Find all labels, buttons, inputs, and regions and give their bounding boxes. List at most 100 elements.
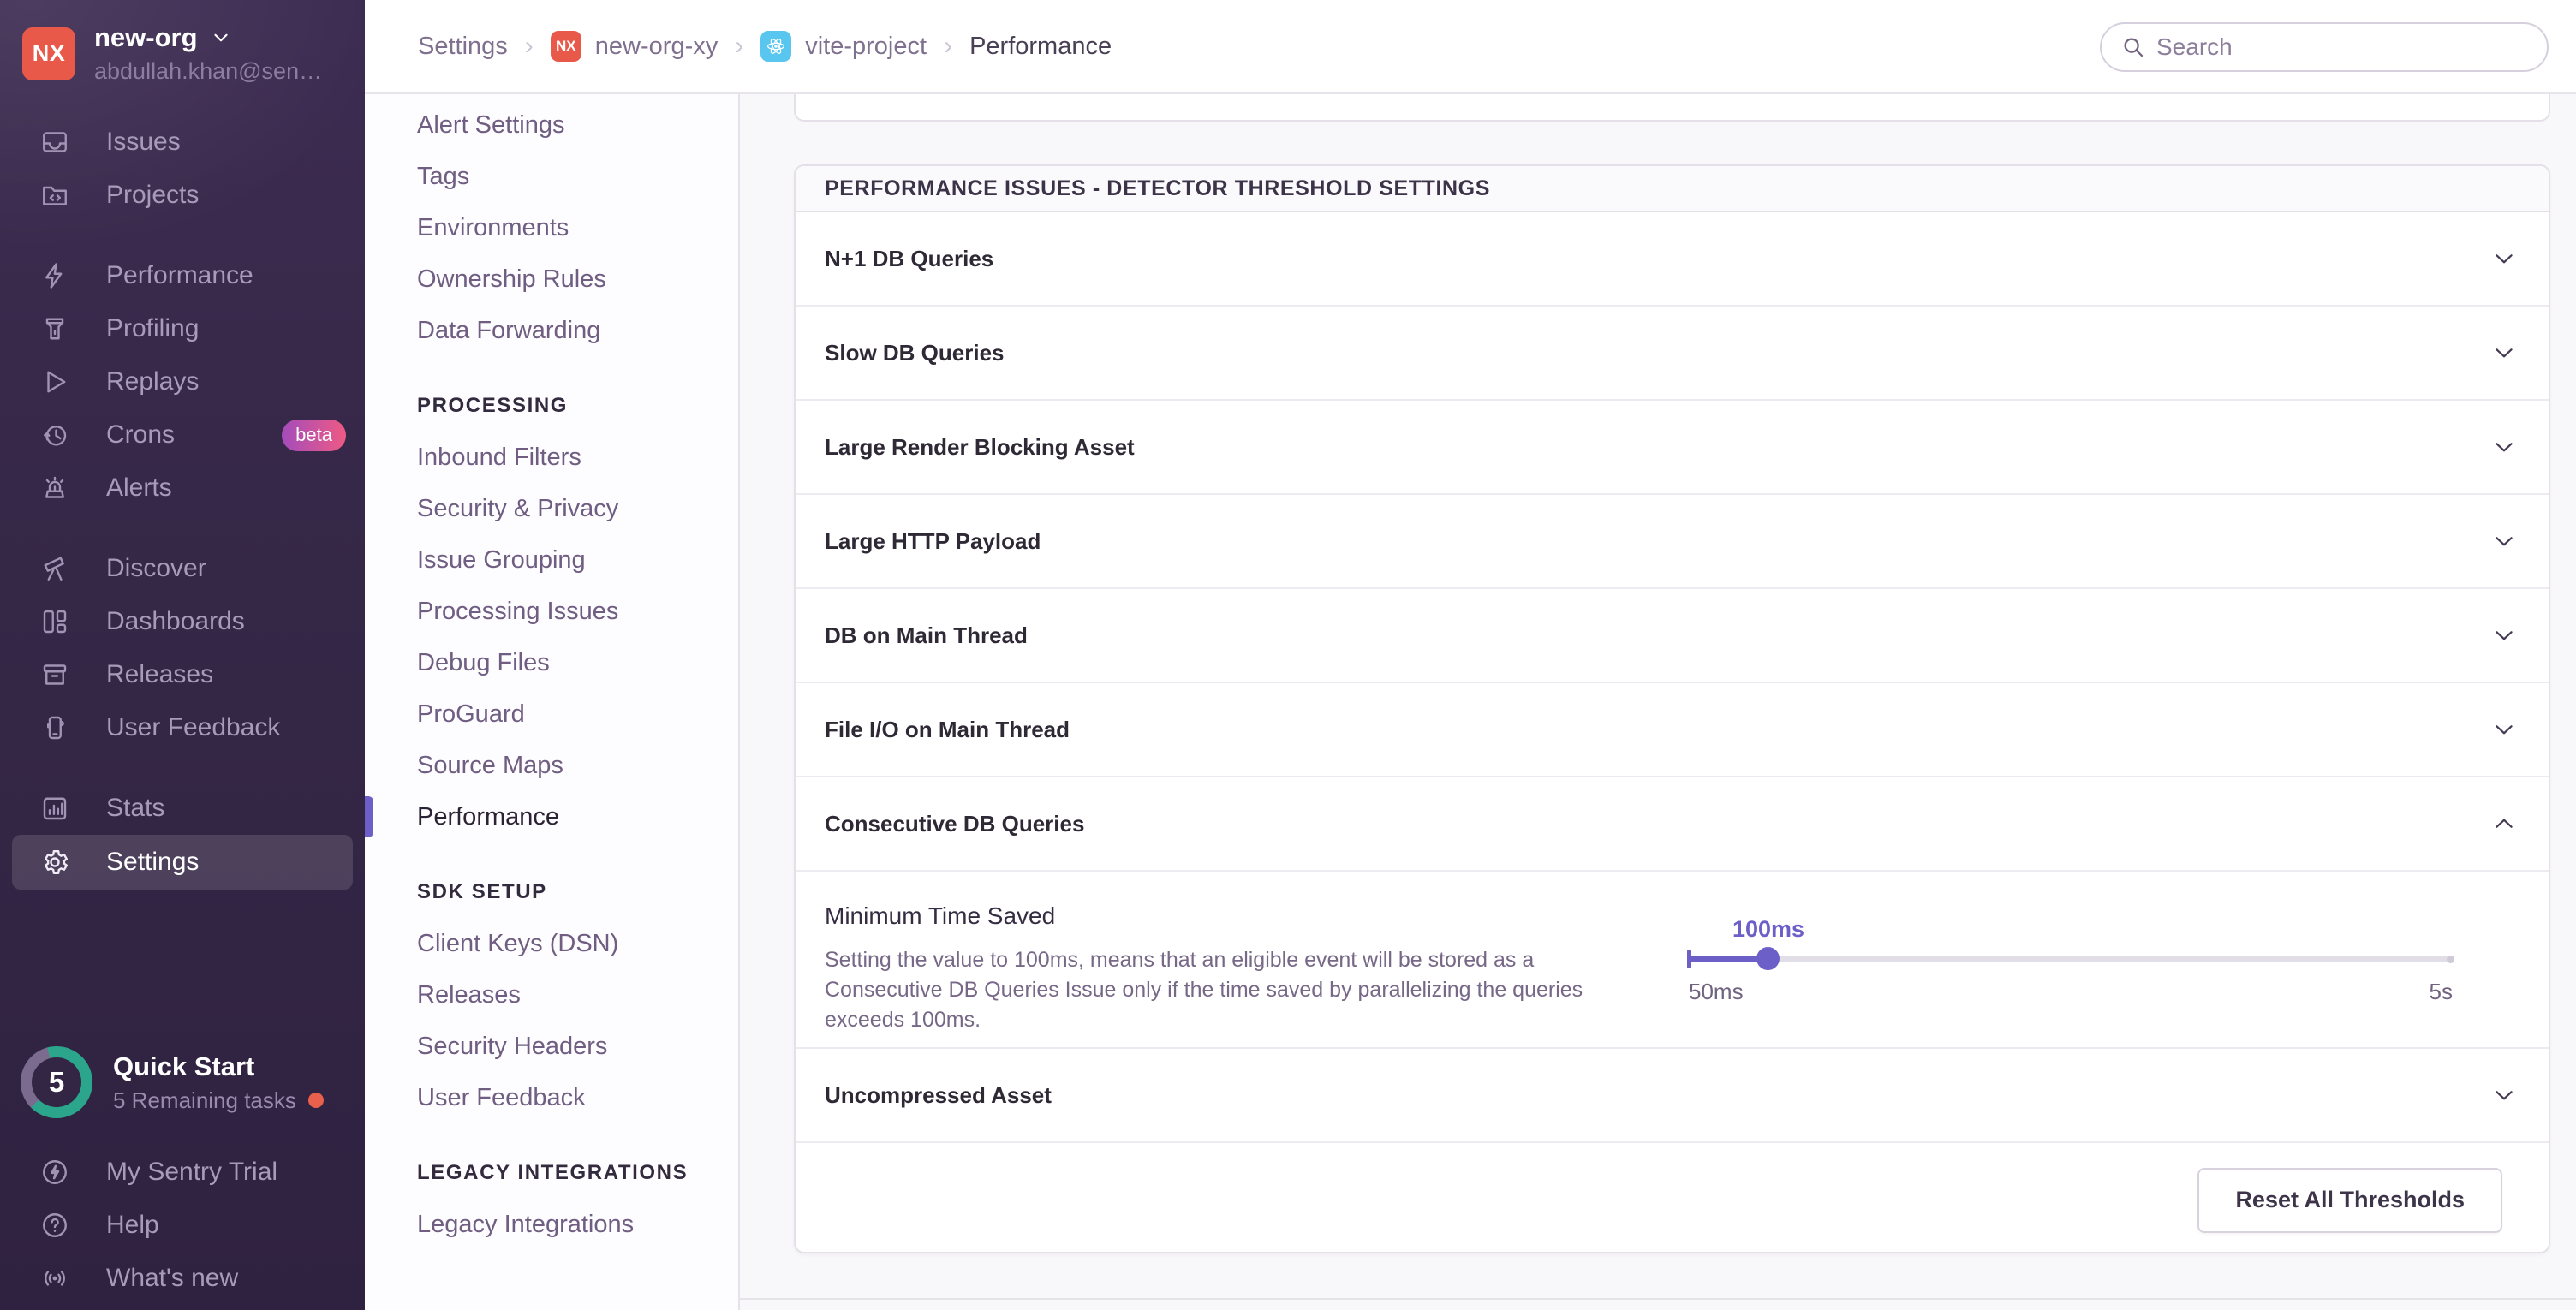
archive-icon [39, 658, 77, 691]
dashboard-icon [39, 605, 77, 638]
breadcrumb: Settings › NX new-org-xy › vite-project … [418, 31, 1112, 62]
sidebar-item-label: Settings [106, 848, 346, 877]
sidebar-item-dashboards[interactable]: Dashboards [0, 595, 365, 648]
chevron-down-icon [210, 27, 232, 49]
slider-thumb[interactable] [1756, 947, 1780, 970]
settings-nav-data-forwarding[interactable]: Data Forwarding [365, 305, 738, 356]
settings-nav-source-maps[interactable]: Source Maps [365, 740, 738, 791]
sidebar-item-alerts[interactable]: Alerts [0, 461, 365, 515]
sidebar: NX new-org abdullah.khan@sen… Issues Pro… [0, 0, 365, 1310]
progress-ring: 5 [21, 1046, 92, 1118]
settings-nav-proguard[interactable]: ProGuard [365, 688, 738, 740]
detector-row-n-plus-1-db-queries[interactable]: N+1 DB Queries [796, 212, 2549, 307]
consecutive-db-queries-settings: Minimum Time Saved Setting the value to … [796, 872, 2549, 1049]
sidebar-item-label: Issues [106, 128, 346, 157]
sidebar-item-performance[interactable]: Performance [0, 249, 365, 302]
settings-nav-inbound-filters[interactable]: Inbound Filters [365, 432, 738, 483]
settings-nav: Alert Settings Tags Environments Ownersh… [365, 94, 740, 1310]
sidebar-item-label: Help [106, 1211, 346, 1240]
settings-nav-performance[interactable]: Performance [365, 791, 738, 843]
clock-icon [39, 419, 77, 451]
settings-nav-user-feedback[interactable]: User Feedback [365, 1072, 738, 1123]
settings-nav-heading-sdk-setup: SDK SETUP [365, 866, 738, 918]
settings-nav-legacy-integrations[interactable]: Legacy Integrations [365, 1199, 738, 1250]
settings-nav-security-privacy[interactable]: Security & Privacy [365, 483, 738, 534]
settings-nav-security-headers[interactable]: Security Headers [365, 1021, 738, 1072]
play-icon [39, 366, 77, 398]
sidebar-item-profiling[interactable]: Profiling [0, 302, 365, 355]
settings-nav-ownership-rules[interactable]: Ownership Rules [365, 253, 738, 305]
slider-min-label: 50ms [1689, 979, 1744, 1005]
sidebar-item-label: Projects [106, 181, 346, 210]
sidebar-item-crons[interactable]: Crons beta [0, 408, 365, 461]
sidebar-item-label: User Feedback [106, 713, 346, 742]
search-icon [2120, 34, 2146, 60]
sidebar-item-whats-new[interactable]: What's new [0, 1252, 365, 1305]
panel-title: PERFORMANCE ISSUES - DETECTOR THRESHOLD … [796, 166, 2549, 212]
sidebar-item-label: Crons [106, 420, 282, 450]
sidebar-item-issues[interactable]: Issues [0, 116, 365, 169]
settings-nav-tags[interactable]: Tags [365, 151, 738, 202]
chevron-down-icon [2490, 245, 2518, 272]
sidebar-item-label: Dashboards [106, 607, 346, 636]
settings-nav-environments[interactable]: Environments [365, 202, 738, 253]
quick-start-title: Quick Start [113, 1051, 324, 1082]
org-switcher[interactable]: NX new-org abdullah.khan@sen… [0, 0, 365, 93]
chevron-down-icon [2490, 527, 2518, 555]
settings-nav-releases[interactable]: Releases [365, 969, 738, 1021]
detector-row-large-render-blocking-asset[interactable]: Large Render Blocking Asset [796, 401, 2549, 495]
slider-max-label: 5s [2430, 979, 2453, 1005]
detector-row-consecutive-db-queries[interactable]: Consecutive DB Queries [796, 777, 2549, 872]
sidebar-item-settings[interactable]: Settings [12, 835, 353, 890]
quick-start-subtitle: 5 Remaining tasks [113, 1087, 296, 1114]
org-badge: NX [551, 31, 581, 62]
sidebar-item-projects[interactable]: Projects [0, 169, 365, 222]
sidebar-item-user-feedback[interactable]: User Feedback [0, 701, 365, 754]
sidebar-item-label: Discover [106, 554, 346, 583]
chevron-down-icon [2490, 716, 2518, 743]
settings-nav-processing-issues[interactable]: Processing Issues [365, 586, 738, 637]
chevron-down-icon [2490, 622, 2518, 649]
detector-row-slow-db-queries[interactable]: Slow DB Queries [796, 307, 2549, 401]
breadcrumb-settings[interactable]: Settings [418, 33, 508, 61]
question-circle-icon [39, 1209, 77, 1242]
detector-row-large-http-payload[interactable]: Large HTTP Payload [796, 495, 2549, 589]
slider-fill [1687, 956, 1768, 962]
settings-nav-issue-grouping[interactable]: Issue Grouping [365, 534, 738, 586]
quick-start-widget[interactable]: 5 Quick Start 5 Remaining tasks [21, 1046, 324, 1118]
search-input[interactable] [2156, 33, 2528, 61]
settings-nav-alert-settings[interactable]: Alert Settings [365, 99, 738, 151]
chevron-right-icon: › [525, 32, 534, 61]
reset-all-thresholds-button[interactable]: Reset All Thresholds [2197, 1168, 2502, 1233]
sidebar-item-my-sentry-trial[interactable]: My Sentry Trial [0, 1146, 365, 1199]
settings-nav-client-keys[interactable]: Client Keys (DSN) [365, 918, 738, 969]
main-content: PERFORMANCE ISSUES - DETECTOR THRESHOLD … [740, 94, 2576, 1310]
sidebar-item-help[interactable]: Help [0, 1199, 365, 1252]
settings-nav-debug-files[interactable]: Debug Files [365, 637, 738, 688]
breadcrumb-org[interactable]: NX new-org-xy [551, 31, 718, 62]
org-name: new-org [94, 22, 198, 53]
org-email: abdullah.khan@sen… [94, 58, 322, 85]
settings-nav-heading-processing: PROCESSING [365, 380, 738, 432]
slider-track[interactable] [1687, 956, 2453, 962]
sidebar-item-releases[interactable]: Releases [0, 648, 365, 701]
settings-nav-heading-legacy: LEGACY INTEGRATIONS [365, 1147, 738, 1199]
flashlight-icon [39, 313, 77, 345]
search-bar[interactable] [2100, 22, 2549, 72]
broadcast-icon [39, 1262, 77, 1295]
telescope-icon [39, 552, 77, 585]
sidebar-item-stats[interactable]: Stats [0, 782, 365, 835]
breadcrumb-project[interactable]: vite-project [760, 31, 927, 62]
detector-row-file-io-on-main-thread[interactable]: File I/O on Main Thread [796, 683, 2549, 777]
phone-icon [39, 712, 77, 744]
gear-icon [39, 846, 77, 878]
chevron-down-icon [2490, 339, 2518, 366]
sidebar-item-label: Performance [106, 261, 346, 290]
sidebar-item-discover[interactable]: Discover [0, 542, 365, 595]
detector-row-db-on-main-thread[interactable]: DB on Main Thread [796, 589, 2549, 683]
remaining-count: 5 [21, 1046, 92, 1118]
sidebar-item-label: What's new [106, 1264, 346, 1293]
sidebar-item-label: Profiling [106, 314, 346, 343]
detector-row-uncompressed-asset[interactable]: Uncompressed Asset [796, 1049, 2549, 1143]
sidebar-item-replays[interactable]: Replays [0, 355, 365, 408]
